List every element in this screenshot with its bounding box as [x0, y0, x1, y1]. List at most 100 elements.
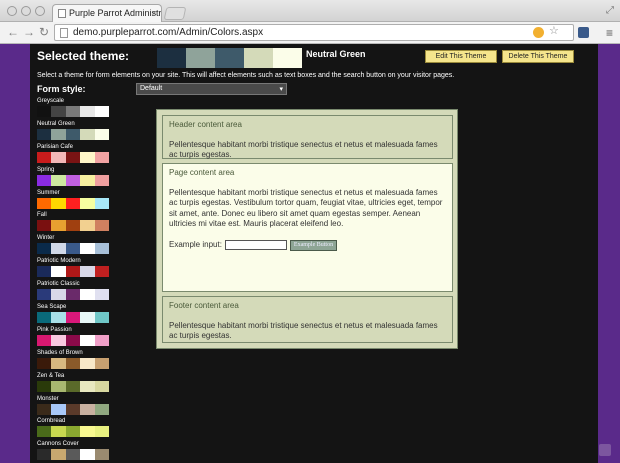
theme-option[interactable]: Summer [37, 189, 117, 212]
color-swatch [51, 243, 66, 255]
theme-option[interactable]: Monster [37, 395, 117, 418]
theme-color-strip [37, 151, 117, 163]
delete-theme-button[interactable]: Delete This Theme [502, 50, 574, 63]
color-swatch [51, 334, 66, 346]
color-swatch [94, 312, 109, 324]
theme-option-label: Patriotic Classic [37, 281, 80, 288]
color-swatch [37, 243, 52, 255]
color-swatch [94, 426, 109, 438]
theme-option[interactable]: Greyscale [37, 97, 117, 120]
color-swatch [65, 426, 81, 438]
theme-option-label: Cannons Cover [37, 441, 79, 448]
color-swatch [51, 380, 66, 392]
color-swatch [37, 220, 52, 232]
color-swatch [37, 357, 52, 369]
color-swatch [94, 403, 109, 415]
theme-option[interactable]: Neutral Green [37, 120, 117, 143]
theme-option-label: Neutral Green [37, 120, 75, 127]
color-swatch [157, 48, 186, 68]
color-swatch [80, 357, 95, 369]
theme-option[interactable]: Parisian Cafe [37, 143, 117, 166]
minimize-window-button[interactable] [21, 6, 31, 16]
zoom-window-button[interactable] [35, 6, 45, 16]
color-swatch [94, 174, 109, 186]
color-swatch [65, 266, 81, 278]
color-swatch [65, 289, 81, 301]
menu-icon[interactable]: ≡ [606, 26, 613, 40]
color-swatch [37, 174, 52, 186]
color-swatch [65, 128, 81, 140]
preview-header-area: Header content area Pellentesque habitan… [162, 115, 453, 159]
browser-toolbar: ← → ↻ demo.purpleparrot.com/Admin/Colors… [0, 22, 620, 44]
color-swatch [37, 151, 52, 163]
theme-option-label: Patriotic Modern [37, 258, 81, 265]
color-swatch [80, 403, 95, 415]
theme-option-label: Monster [37, 395, 59, 402]
color-swatch [51, 106, 66, 117]
color-swatch [94, 266, 109, 278]
chevron-down-icon: ▾ [279, 86, 283, 93]
form-style-label: Form style: [37, 84, 86, 94]
color-swatch [94, 380, 109, 392]
theme-option[interactable]: Sea Scape [37, 303, 117, 326]
color-swatch [273, 48, 302, 68]
theme-option[interactable]: Patriotic Modern [37, 257, 117, 280]
color-swatch [65, 243, 81, 255]
color-swatch [65, 357, 81, 369]
theme-color-strip [37, 128, 117, 140]
star-icon[interactable]: ☆ [549, 26, 560, 37]
new-tab-button[interactable] [163, 7, 187, 20]
close-window-button[interactable] [7, 6, 17, 16]
theme-option[interactable]: Winter [37, 234, 117, 257]
color-swatch [94, 151, 109, 163]
color-swatch [37, 289, 52, 301]
forward-icon[interactable]: → [23, 25, 35, 39]
color-swatch [65, 312, 81, 324]
preview-footer-area: Footer content area Pellentesque habitan… [162, 296, 453, 343]
admin-page: Selected theme: Neutral Green Edit This … [30, 44, 598, 463]
theme-color-strip [37, 174, 117, 186]
theme-option-label: Summer [37, 189, 60, 196]
theme-color-strip [37, 357, 117, 369]
theme-option[interactable]: Shades of Brown [37, 349, 117, 372]
selected-theme-label: Selected theme: [37, 49, 130, 63]
theme-option[interactable]: Pink Passion [37, 326, 117, 349]
color-swatch [94, 243, 109, 255]
theme-option[interactable]: Cornbread [37, 417, 117, 440]
theme-option[interactable]: Patriotic Classic [37, 280, 117, 303]
example-button[interactable]: Example Button [289, 239, 338, 251]
color-swatch [51, 403, 66, 415]
reload-icon[interactable]: ↻ [39, 25, 49, 39]
preview-footer-title: Footer content area [169, 301, 239, 310]
address-bar[interactable]: demo.purpleparrot.com/Admin/Colors.aspx … [54, 24, 574, 41]
color-swatch [80, 220, 95, 232]
theme-option[interactable]: Cannons Cover [37, 440, 117, 463]
description-text: Select a theme for form elements on your… [37, 72, 455, 79]
extension-icon[interactable] [578, 27, 589, 38]
browser-tab[interactable]: Purple Parrot Administrati × [52, 4, 162, 22]
close-tab-icon[interactable]: × [152, 8, 157, 18]
scroll-resize-icon[interactable] [599, 444, 611, 456]
color-swatch [51, 449, 66, 461]
theme-color-strip [37, 334, 117, 346]
theme-color-strip [37, 380, 117, 392]
color-swatch [94, 106, 109, 117]
color-swatch [65, 449, 81, 461]
edit-theme-button[interactable]: Edit This Theme [425, 50, 497, 63]
theme-option[interactable]: Spring [37, 166, 117, 189]
window-titlebar: Purple Parrot Administrati × ⤢ [0, 0, 620, 22]
color-swatch [51, 220, 66, 232]
theme-color-strip [37, 220, 117, 232]
color-swatch [65, 197, 81, 209]
form-style-select[interactable]: Default ▾ [136, 83, 287, 95]
theme-option[interactable]: Fall [37, 211, 117, 234]
color-swatch [80, 151, 95, 163]
theme-option[interactable]: Zen & Tea [37, 372, 117, 395]
fullscreen-icon[interactable]: ⤢ [606, 5, 614, 16]
extension-icon[interactable] [533, 27, 544, 38]
theme-color-strip [37, 243, 117, 255]
example-input[interactable] [224, 240, 287, 250]
preview-page-title: Page content area [169, 168, 235, 177]
color-swatch [65, 334, 81, 346]
back-icon[interactable]: ← [7, 25, 19, 39]
